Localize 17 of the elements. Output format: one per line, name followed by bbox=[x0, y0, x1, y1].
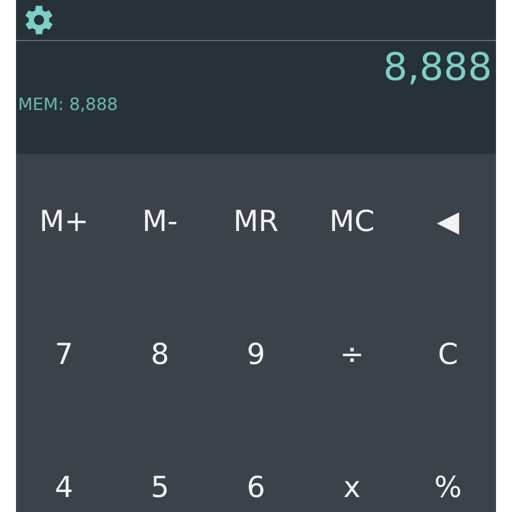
keypad-key[interactable]: MR bbox=[233, 204, 279, 238]
keypad-key[interactable]: ÷ bbox=[340, 336, 364, 370]
keypad-key[interactable]: M- bbox=[142, 204, 178, 238]
keypad-key[interactable]: % bbox=[434, 470, 462, 504]
keypad-key[interactable]: 8 bbox=[150, 336, 170, 370]
keypad-key[interactable]: 5 bbox=[150, 470, 170, 504]
keypad-key[interactable]: 4 bbox=[54, 470, 74, 504]
keypad-key[interactable]: C bbox=[438, 336, 458, 370]
keypad-key[interactable]: MC bbox=[329, 204, 375, 238]
keypad-key[interactable]: M+ bbox=[39, 204, 89, 238]
keypad-key[interactable]: 6 bbox=[246, 470, 266, 504]
keypad-key[interactable]: 7 bbox=[54, 336, 74, 370]
keypad-key[interactable]: ◀ bbox=[436, 204, 460, 238]
keypad-key[interactable]: 9 bbox=[246, 336, 266, 370]
display-value: 8,888 bbox=[383, 45, 493, 89]
keypad-key[interactable]: x bbox=[343, 470, 361, 504]
memory-readout: MEM: 8,888 bbox=[17, 95, 119, 115]
